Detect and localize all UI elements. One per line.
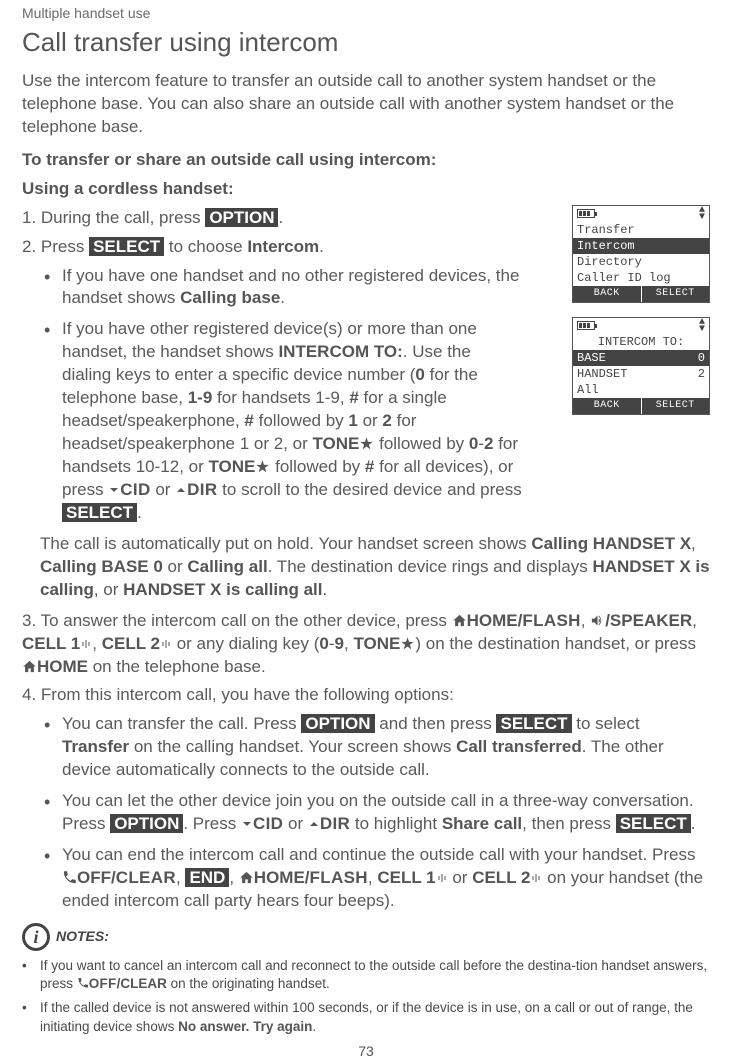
step2-bullet-2: If you have other registered device(s) o… <box>44 318 524 524</box>
lcd1-row-intercom: Intercom <box>573 238 709 254</box>
lcd-screens-group: ▲▼ Transfer Intercom Directory Caller ID… <box>572 205 710 429</box>
step4-bullet-3: You can end the intercom call and contin… <box>44 844 710 913</box>
star-icon <box>359 436 374 451</box>
chevron-down-icon <box>241 818 253 830</box>
step4-bullet-1: You can transfer the call. Press OPTION … <box>44 713 710 782</box>
info-icon: i <box>22 923 50 951</box>
hold-note: The call is automatically put on hold. Y… <box>40 533 710 602</box>
speaker-icon <box>590 613 605 628</box>
page-number: 73 <box>22 1042 710 1061</box>
star-icon <box>255 459 270 474</box>
lcd-screen-1: ▲▼ Transfer Intercom Directory Caller ID… <box>572 205 710 303</box>
home-icon <box>239 870 254 885</box>
lcd2-row-base: BASE0 <box>573 350 709 366</box>
lcd1-row-transfer: Transfer <box>573 222 709 238</box>
lcd2-row-all: All <box>573 382 709 398</box>
select-key: SELECT <box>89 237 164 256</box>
notes-label: NOTES: <box>56 927 109 946</box>
option-key: OPTION <box>301 714 374 733</box>
option-key: OPTION <box>110 814 183 833</box>
lcd1-row-callerid: Caller ID log <box>573 270 709 286</box>
select-key: SELECT <box>616 814 691 833</box>
intro-paragraph: Use the intercom feature to transfer an … <box>22 70 710 139</box>
chevron-up-icon <box>308 818 320 830</box>
lcd1-softkey-back: BACK <box>573 286 642 302</box>
select-key: SELECT <box>62 503 137 522</box>
battery-icon <box>577 209 595 218</box>
lcd1-softkey-select: SELECT <box>642 286 710 302</box>
signal-icon <box>80 638 92 650</box>
notes-section: i NOTES: If you want to cancel an interc… <box>22 923 710 1036</box>
lcd2-title: INTERCOM TO: <box>573 334 709 350</box>
lcd2-softkey-back: BACK <box>573 398 642 414</box>
option-key: OPTION <box>205 208 278 227</box>
phone-off-icon <box>77 977 89 989</box>
signal-icon <box>530 872 542 884</box>
select-key: SELECT <box>496 714 571 733</box>
phone-off-icon <box>62 870 77 885</box>
signal-icon <box>160 638 172 650</box>
chevron-up-icon <box>175 484 187 496</box>
note-1: If you want to cancel an intercom call a… <box>22 957 710 993</box>
step4-bullet-2: You can let the other device join you on… <box>44 790 710 836</box>
end-key: END <box>185 868 229 887</box>
step-3: 3. To answer the intercom call on the ot… <box>22 610 710 679</box>
section-cordless: Using a cordless handset: <box>22 178 710 201</box>
page-header: Multiple handset use <box>22 4 710 23</box>
note-2: If the called device is not answered wit… <box>22 999 710 1035</box>
scroll-arrows-icon: ▲▼ <box>699 319 705 333</box>
signal-icon <box>436 872 448 884</box>
step2-bullet-1: If you have one handset and no other reg… <box>44 265 524 311</box>
step-4: 4. From this intercom call, you have the… <box>22 684 710 912</box>
scroll-arrows-icon: ▲▼ <box>699 207 705 221</box>
star-icon <box>400 636 415 651</box>
battery-icon <box>577 321 595 330</box>
lcd1-row-directory: Directory <box>573 254 709 270</box>
home-icon <box>22 659 37 674</box>
home-icon <box>452 613 467 628</box>
section-transfer-share: To transfer or share an outside call usi… <box>22 149 710 172</box>
lcd-screen-2: ▲▼ INTERCOM TO: BASE0 HANDSET2 All BACK … <box>572 317 710 415</box>
chevron-down-icon <box>108 484 120 496</box>
lcd2-softkey-select: SELECT <box>642 398 710 414</box>
page-title: Call transfer using intercom <box>22 25 710 60</box>
lcd2-row-handset: HANDSET2 <box>573 366 709 382</box>
